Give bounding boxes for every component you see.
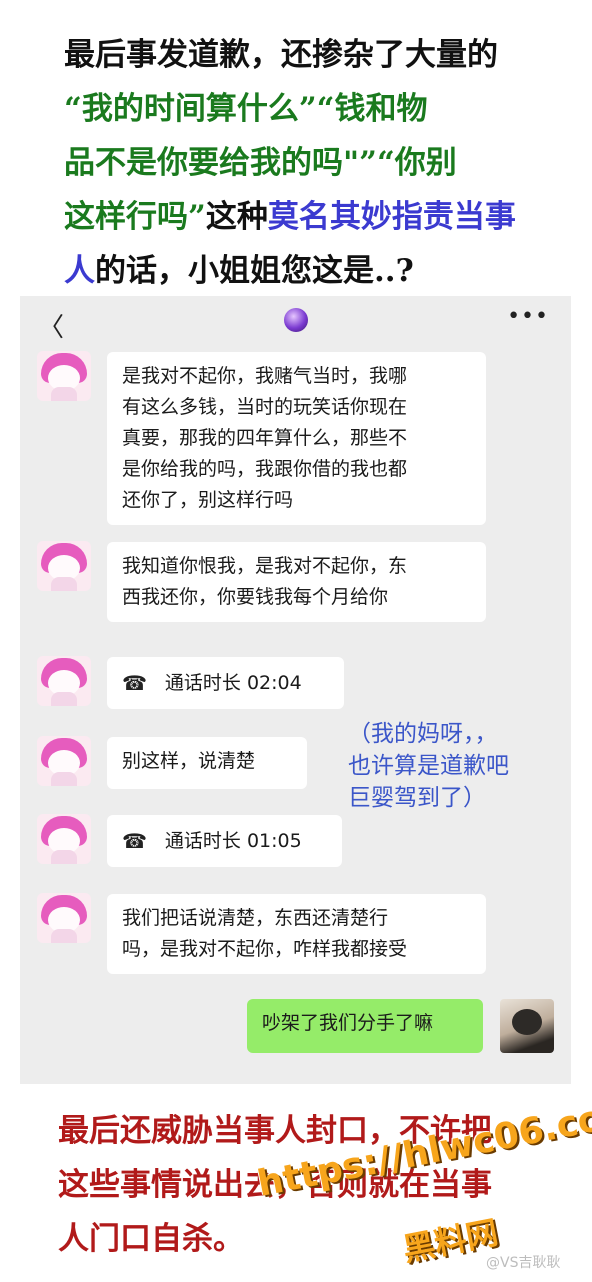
message-line: 还你了，别这样行吗 bbox=[122, 489, 294, 511]
message-line: 我们把话说清楚，东西还清楚行 bbox=[122, 907, 389, 929]
annotation-line-2: 也许算是道歉吧 bbox=[348, 753, 509, 779]
top-caption-line-5: 人的话，小姐姐您这是..? bbox=[64, 244, 564, 298]
message-bubble[interactable]: 我们把话说清楚，东西还清楚行 吗，是我对不起你，咋样我都接受 bbox=[107, 894, 486, 974]
message-bubble[interactable]: 是我对不起你，我赌气当时，我哪 有这么多钱，当时的玩笑话你现在 真要，那我的四年… bbox=[107, 352, 486, 525]
message-line: 真要，那我的四年算什么，那些不 bbox=[122, 427, 408, 449]
handwritten-annotation: （我的妈呀，， 也许算是道歉吧 巨婴驾到了） bbox=[348, 718, 509, 814]
chat-screenshot: 〈 ••• 是我对不起你，我赌气当时，我哪 有这么多钱，当时的玩笑话你现在 真要… bbox=[20, 296, 571, 1084]
message-line: 我知道你恨我，是我对不起你，东 bbox=[122, 555, 408, 577]
sent-message-bubble[interactable]: 吵架了我们分手了嘛 bbox=[247, 999, 483, 1053]
annotation-line-1: （我的妈呀，， bbox=[348, 721, 498, 747]
more-dots-icon[interactable]: ••• bbox=[507, 304, 549, 329]
call-duration: 通话时长 01:05 bbox=[164, 829, 302, 852]
message-line: 西我还你，你要钱我每个月给你 bbox=[122, 586, 389, 608]
top-caption: 最后事发道歉，还掺杂了大量的 “我的时间算什么”“钱和物 品不是你要给我的吗"”… bbox=[64, 28, 564, 298]
annotation-line-3: 巨婴驾到了） bbox=[348, 785, 486, 811]
chat-header: 〈 ••• bbox=[20, 296, 571, 346]
message-line: 是你给我的吗，我跟你借的我也都 bbox=[122, 458, 408, 480]
contact-avatar-thumb[interactable] bbox=[37, 541, 91, 591]
call-record-bubble[interactable]: ☎ 通话时长 02:04 bbox=[107, 657, 344, 709]
contact-avatar[interactable] bbox=[284, 308, 308, 332]
message-line: 有这么多钱，当时的玩笑话你现在 bbox=[122, 396, 408, 418]
message-bubble[interactable]: 别这样，说清楚 bbox=[107, 737, 307, 789]
my-avatar[interactable] bbox=[500, 999, 554, 1053]
message-bubble[interactable]: 我知道你恨我，是我对不起你，东 西我还你，你要钱我每个月给你 bbox=[107, 542, 486, 622]
top-caption-quote-end: 这样行吗” bbox=[64, 199, 206, 235]
phone-hangup-icon: ☎ bbox=[122, 828, 147, 853]
top-caption-line-4: 这样行吗”这种莫名其妙指责当事 bbox=[64, 190, 564, 244]
call-record-bubble[interactable]: ☎ 通话时长 01:05 bbox=[107, 815, 342, 867]
top-caption-this-kind: 这种 bbox=[205, 199, 268, 235]
contact-avatar-thumb[interactable] bbox=[37, 814, 91, 864]
contact-avatar-thumb[interactable] bbox=[37, 656, 91, 706]
message-line: 吵架了我们分手了嘛 bbox=[262, 1012, 434, 1034]
call-duration: 通话时长 02:04 bbox=[164, 671, 302, 694]
top-caption-line-2: “我的时间算什么”“钱和物 bbox=[64, 91, 428, 127]
contact-avatar-thumb[interactable] bbox=[37, 351, 91, 401]
phone-hangup-icon: ☎ bbox=[122, 670, 147, 695]
back-arrow-icon[interactable]: 〈 bbox=[38, 307, 64, 344]
top-caption-line-1: 最后事发道歉，还掺杂了大量的 bbox=[64, 37, 498, 73]
top-caption-line-3: 品不是你要给我的吗"”“你别 bbox=[64, 145, 457, 181]
message-line: 吗，是我对不起你，咋样我都接受 bbox=[122, 938, 408, 960]
top-caption-accusation: 莫名其妙指责当事 bbox=[267, 199, 516, 235]
message-line: 是我对不起你，我赌气当时，我哪 bbox=[122, 365, 408, 387]
top-caption-question: 的话，小姐姐您这是..? bbox=[95, 253, 414, 289]
weibo-watermark: @VS吉耿耿 bbox=[486, 1255, 561, 1271]
top-caption-person: 人 bbox=[64, 253, 95, 289]
contact-avatar-thumb[interactable] bbox=[37, 736, 91, 786]
message-line: 别这样，说清楚 bbox=[122, 750, 256, 772]
contact-avatar-thumb[interactable] bbox=[37, 893, 91, 943]
